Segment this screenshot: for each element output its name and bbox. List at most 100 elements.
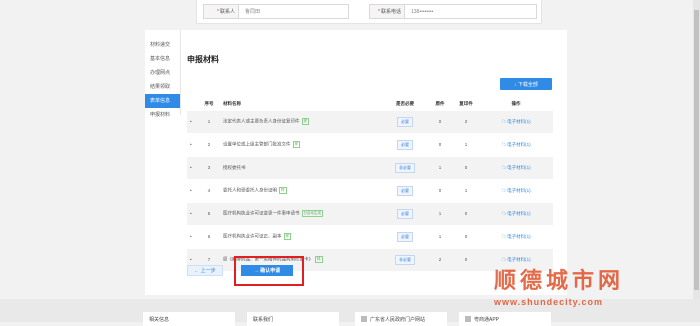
table-row: ‣ 4 委托人和受委托人身份证明样 必要 0 1 ☁ 电子材料(1) bbox=[187, 178, 553, 202]
cell-required: 必要 bbox=[383, 224, 427, 248]
cell-required: 非必要 bbox=[383, 247, 427, 271]
cell-no: 2 bbox=[195, 132, 223, 156]
cell-copy: 1 bbox=[453, 178, 479, 202]
cell-operation: ☁ 电子材料(1) bbox=[479, 155, 553, 179]
cell-no: 6 bbox=[195, 224, 223, 248]
materials-table: 序号 材料名称 是否必要 原件 复印件 操作 ‣ 1 法定代表人或主要负责人身份证复… bbox=[187, 98, 553, 271]
col-header-no: 序号 bbox=[204, 100, 214, 106]
page-title: 申报材料 bbox=[187, 55, 219, 64]
sample-tag[interactable]: 样 bbox=[283, 233, 291, 240]
expand-icon[interactable]: ‣ bbox=[187, 178, 195, 202]
required-badge: 必要 bbox=[397, 231, 413, 242]
cell-copy: 0 bbox=[453, 224, 479, 248]
col-header-name: 材料名称 bbox=[223, 100, 241, 106]
step-nav: 材料递交 基本信息 办理网点 结果领取 表单信息 申报材料 bbox=[145, 30, 181, 118]
sample-tag[interactable]: 已自动生成 bbox=[301, 210, 323, 217]
step-item-materials[interactable]: 申报材料 bbox=[145, 108, 180, 122]
cell-name: 法定代表人或主要负责人身份证复印件样 bbox=[223, 109, 383, 133]
cell-name: 医疗机构执业许可证正、副本样 bbox=[223, 224, 383, 248]
expand-icon[interactable]: ‣ bbox=[187, 224, 195, 248]
electronic-material-link[interactable]: ☁ 电子材料(1) bbox=[501, 211, 530, 216]
scrollbar[interactable] bbox=[693, 0, 700, 299]
cell-copy: 1 bbox=[453, 132, 479, 156]
required-badge: 非必要 bbox=[395, 254, 415, 265]
cell-name: 委托人和受委托人身份证明样 bbox=[223, 178, 383, 202]
step-item-submit[interactable]: 材料递交 bbox=[145, 38, 180, 52]
cell-original: 0 bbox=[427, 109, 453, 133]
required-badge: 必要 bbox=[397, 139, 413, 150]
contact-phone-field[interactable]: * 联系电话 138•••••••• bbox=[369, 4, 537, 19]
electronic-material-link[interactable]: ☁ 电子材料(1) bbox=[501, 165, 530, 170]
table-row: ‣ 1 法定代表人或主要负责人身份证复印件样 必要 0 2 ☁ 电子材料(1) bbox=[187, 109, 553, 133]
cell-operation: ☁ 电子材料(1) bbox=[479, 132, 553, 156]
cell-copy: 0 bbox=[453, 155, 479, 179]
cell-required: 必要 bbox=[383, 178, 427, 202]
required-badge: 必要 bbox=[397, 185, 413, 196]
sample-tag[interactable]: 样 bbox=[292, 141, 300, 148]
electronic-material-link[interactable]: ☁ 电子材料(1) bbox=[501, 234, 530, 239]
electronic-material-link[interactable]: ☁ 电子材料(1) bbox=[501, 119, 530, 124]
watermark-text: 顺德城市网 bbox=[494, 268, 625, 294]
expand-icon[interactable]: ‣ bbox=[187, 109, 195, 133]
gov-icon bbox=[361, 316, 367, 322]
footer-card-gov-portal[interactable]: 广东省人民政府门户网站 bbox=[355, 312, 447, 326]
expand-icon[interactable]: ‣ bbox=[187, 201, 195, 225]
table-row: ‣ 6 医疗机构执业许可证正、副本样 必要 1 0 ☁ 电子材料(1) bbox=[187, 224, 553, 248]
cell-required: 非必要 bbox=[383, 155, 427, 179]
step-item-basic-info[interactable]: 基本信息 bbox=[145, 52, 180, 66]
contact-person-value[interactable]: 鲁同田 bbox=[239, 5, 348, 18]
contact-person-field[interactable]: * 联系人 鲁同田 bbox=[203, 4, 349, 19]
footer-card-app[interactable]: 粤商通APP bbox=[459, 312, 551, 326]
cell-required: 必要 bbox=[383, 132, 427, 156]
application-panel: 材料递交 基本信息 办理网点 结果领取 表单信息 申报材料 申报材料 ↓ 下载全… bbox=[145, 30, 567, 295]
sample-tag[interactable]: 样 bbox=[301, 118, 309, 125]
cell-copy: 0 bbox=[453, 201, 479, 225]
cell-name: 授权委托书 bbox=[223, 155, 383, 179]
step-item-service-point[interactable]: 办理网点 bbox=[145, 66, 180, 80]
contact-phone-value[interactable]: 138•••••••• bbox=[405, 5, 536, 18]
step-item-form-info[interactable]: 表单信息 bbox=[145, 94, 180, 108]
prev-step-button[interactable]: ← 上一步 bbox=[187, 265, 223, 276]
cell-no: 5 bbox=[195, 201, 223, 225]
contact-phone-label: 联系电话 bbox=[380, 9, 401, 15]
cell-copy: 2 bbox=[453, 109, 479, 133]
cell-operation: ☁ 电子材料(1) bbox=[479, 201, 553, 225]
required-badge: 必要 bbox=[397, 208, 413, 219]
cell-original: 0 bbox=[427, 178, 453, 202]
cell-operation: ☁ 电子材料(1) bbox=[479, 109, 553, 133]
app-icon bbox=[465, 316, 471, 322]
table-row: ‣ 3 授权委托书 非必要 1 0 ☁ 电子材料(1) bbox=[187, 155, 553, 179]
sample-tag[interactable]: 样 bbox=[315, 256, 323, 264]
col-header-copy: 复印件 bbox=[459, 100, 473, 106]
col-header-required: 是否必要 bbox=[396, 100, 414, 106]
cell-required: 必要 bbox=[383, 109, 427, 133]
watermark-url: www.shundecity.com bbox=[494, 297, 604, 307]
cell-operation: ☁ 电子材料(1) bbox=[479, 178, 553, 202]
expand-icon[interactable]: ‣ bbox=[187, 132, 195, 156]
electronic-material-link[interactable]: ☁ 电子材料(1) bbox=[501, 188, 530, 193]
cell-original: 2 bbox=[427, 247, 453, 271]
cell-no: 3 bbox=[195, 155, 223, 179]
contact-bar: * 联系人 鲁同田 * 联系电话 138•••••••• bbox=[196, 0, 542, 24]
contact-person-label: 联系人 bbox=[219, 9, 235, 15]
col-header-original: 原件 bbox=[435, 100, 445, 106]
required-badge: 非必要 bbox=[395, 162, 415, 173]
step-item-result-pickup[interactable]: 结果领取 bbox=[145, 80, 180, 94]
sample-tag[interactable]: 样 bbox=[279, 187, 287, 194]
electronic-material-link[interactable]: ☁ 电子材料(1) bbox=[501, 257, 530, 262]
expand-icon[interactable]: ‣ bbox=[187, 155, 195, 179]
footer-card-info[interactable]: 相关信息 bbox=[143, 312, 235, 326]
table-row: ‣ 5 医疗机构执业许可证变更一件事申请书 已自动生成 必要 1 0 ☁ 电子材料(1) bbox=[187, 201, 553, 225]
cell-original: 1 bbox=[427, 201, 453, 225]
electronic-material-link[interactable]: ☁ 电子材料(1) bbox=[501, 142, 530, 147]
cell-original: 0 bbox=[427, 132, 453, 156]
cell-original: 1 bbox=[427, 224, 453, 248]
highlight-box bbox=[234, 256, 304, 286]
scrollbar-thumb[interactable] bbox=[694, 10, 699, 290]
cell-operation: ☁ 电子材料(1) bbox=[479, 224, 553, 248]
cell-copy: 0 bbox=[453, 247, 479, 271]
footer-card-contact[interactable]: 联系我们 bbox=[247, 312, 339, 326]
download-all-button[interactable]: ↓ 下载全部 bbox=[500, 78, 552, 90]
cell-required: 必要 bbox=[383, 201, 427, 225]
cell-name: 医疗机构执业许可证变更一件事申请书 已自动生成 bbox=[223, 201, 383, 225]
